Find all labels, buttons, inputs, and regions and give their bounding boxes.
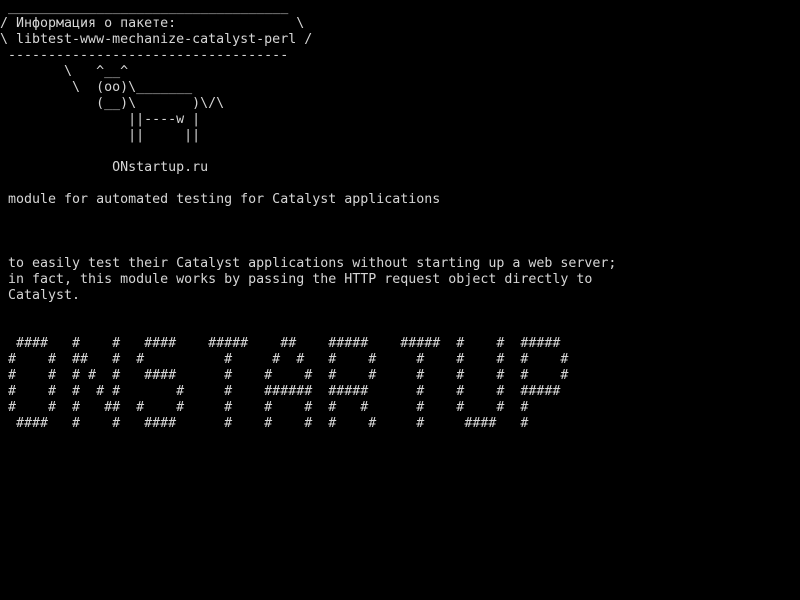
banner-line: # # # # # # # ###### ##### # # # ##### [0,384,561,399]
terminal-screen[interactable]: ___________________________________ / Ин… [0,0,800,600]
balloon-package-line: \ libtest-www-mechanize-catalyst-perl / [0,32,313,47]
site-name: ONstartup.ru [0,160,209,175]
balloon-top-border: ___________________________________ [0,0,297,15]
banner-line: #### # # #### ##### ## ##### ##### # # #… [0,336,561,351]
balloon-title-line: / Информация о пакете: \ [0,16,305,31]
description-line: to easily test their Catalyst applicatio… [0,256,617,271]
cow-art-line: \ (oo)\_______ [0,80,193,95]
banner-line: #### # # #### # # # # # # #### # [0,416,529,431]
description-line: in fact, this module works by passing th… [0,272,593,287]
banner-line: # # # # # #### # # # # # # # # # # [0,368,569,383]
description-line: Catalyst. [0,288,81,303]
banner-line: # # ## # # # # # # # # # # # # [0,352,569,367]
balloon-bottom-border: ----------------------------------- [0,48,297,63]
cow-art-line: ||----w | [0,112,201,127]
cow-art-line: || || [0,128,201,143]
package-summary: module for automated testing for Catalys… [0,192,441,207]
cow-art-line: (__)\ )\/\ [0,96,225,111]
cow-art-line: \ ^__^ [0,64,129,79]
banner-line: # # # ## # # # # # # # # # # # [0,400,529,415]
